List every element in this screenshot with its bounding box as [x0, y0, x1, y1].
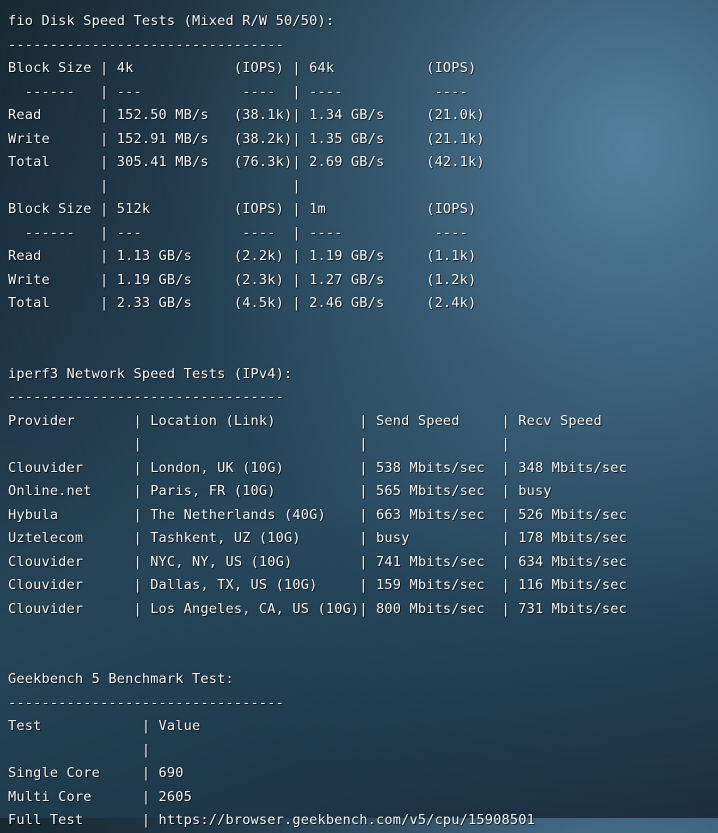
iperf3-separator: --------------------------------- — [8, 389, 285, 405]
iperf3-title: iperf3 Network Speed Tests (IPv4): — [8, 365, 293, 382]
geekbench-row: Multi Core | 2605 — [8, 788, 193, 805]
terminal-output: fio Disk Speed Tests (Mixed R/W 50/50): -… — [0, 0, 718, 828]
geekbench-row: Full Test | https://browser.geekbench.co… — [8, 812, 535, 828]
iperf3-row: Clouvider | London, UK (10G) | 538 Mbits… — [8, 459, 627, 476]
iperf3-row: Clouvider | Los Angeles, CA, US (10G)| 8… — [8, 600, 627, 617]
geekbench-separator: --------------------------------- — [8, 694, 285, 711]
fio-block-header: Block Size | 512k (IOPS) | 1m (IOPS) — [8, 201, 477, 217]
fio-row: Total | 2.33 GB/s (4.5k) | 2.46 GB/s (2.… — [8, 295, 477, 311]
iperf3-row: Online.net | Paris, FR (10G) | 565 Mbits… — [8, 483, 552, 499]
geekbench-title: Geekbench 5 Benchmark Test: — [8, 671, 234, 687]
fio-row: Read | 152.50 MB/s (38.1k)| 1.34 GB/s (2… — [8, 107, 485, 123]
fio-row: Write | 152.91 MB/s (38.2k)| 1.35 GB/s (… — [8, 130, 485, 147]
fio-separator: --------------------------------- — [8, 36, 285, 53]
fio-row: Read | 1.13 GB/s (2.2k) | 1.19 GB/s (1.1… — [8, 248, 477, 264]
geekbench-header-gap: | — [8, 741, 151, 758]
iperf3-row: Uztelecom | Tashkent, UZ (10G) | busy | … — [8, 530, 627, 546]
fio-block-header: Block Size | 4k (IOPS) | 64k (IOPS) — [8, 60, 477, 76]
fio-block-gap: | | — [8, 177, 301, 194]
iperf3-row: Clouvider | Dallas, TX, US (10G) | 159 M… — [8, 577, 627, 593]
fio-block-rule: ------ | --- ---- | ---- ---- — [8, 83, 469, 100]
iperf3-header: Provider | Location (Link) | Send Speed … — [8, 412, 602, 429]
geekbench-row: Single Core | 690 — [8, 765, 184, 781]
iperf3-row: Hybula | The Netherlands (40G) | 663 Mbi… — [8, 506, 627, 523]
iperf3-header-gap: | | | — [8, 436, 510, 452]
geekbench-header: Test | Value — [8, 718, 201, 734]
fio-title: fio Disk Speed Tests (Mixed R/W 50/50): — [8, 13, 335, 29]
fio-block-rule: ------ | --- ---- | ---- ---- — [8, 224, 469, 241]
fio-row: Write | 1.19 GB/s (2.3k) | 1.27 GB/s (1.… — [8, 271, 477, 288]
iperf3-row: Clouvider | NYC, NY, US (10G) | 741 Mbit… — [8, 553, 627, 570]
fio-row: Total | 305.41 MB/s (76.3k)| 2.69 GB/s (… — [8, 154, 485, 170]
